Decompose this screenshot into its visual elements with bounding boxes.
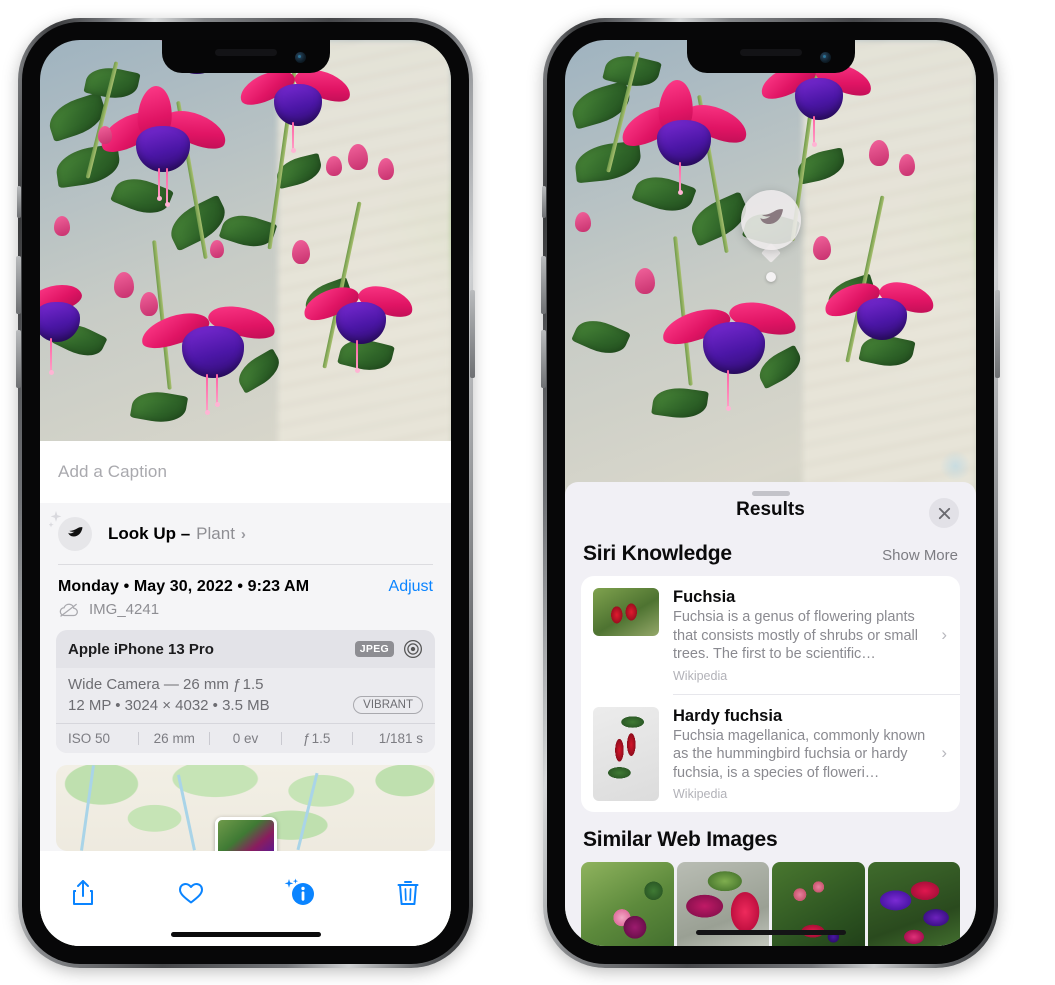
close-icon xyxy=(938,507,950,519)
exif-aperture: ƒ 1.5 xyxy=(303,731,331,746)
look-up-row[interactable]: Look Up – Plant › xyxy=(40,503,451,564)
front-camera-icon xyxy=(294,52,306,63)
resolution-row: 12 MP • 3024 × 4032 • 3.5 MB VIBRANT xyxy=(68,696,423,714)
location-map[interactable] xyxy=(56,765,435,851)
cloud-slash-icon xyxy=(59,603,78,617)
look-up-label: Look Up – xyxy=(108,524,191,543)
web-image-1[interactable] xyxy=(581,862,674,946)
volume-down-button[interactable] xyxy=(16,330,21,388)
date-row: Monday • May 30, 2022 • 9:23 AM Adjust xyxy=(40,565,451,596)
map-photo-pin[interactable] xyxy=(214,816,277,851)
resolution-line: 12 MP • 3024 × 4032 • 3.5 MB xyxy=(68,696,270,714)
volume-up-button[interactable] xyxy=(16,256,21,314)
chevron-right-icon: › xyxy=(240,525,246,543)
knowledge-description: Fuchsia is a genus of flowering plants t… xyxy=(673,609,918,663)
lens-line: Wide Camera — 26 mm ƒ 1.5 xyxy=(68,676,264,693)
knowledge-row[interactable]: Fuchsia Fuchsia is a genus of flowering … xyxy=(581,576,960,694)
left-phone-frame: Add a Caption Look Up – Plant › Monday •… xyxy=(16,18,475,968)
siri-knowledge-header: Siri Knowledge Show More xyxy=(565,538,976,576)
web-image-4[interactable] xyxy=(867,862,960,946)
close-button[interactable] xyxy=(929,498,959,528)
visual-lookup-anchor-dot xyxy=(765,272,776,282)
exif-iso: ISO 50 xyxy=(68,731,111,746)
photo-info-sheet: Add a Caption Look Up – Plant › Monday •… xyxy=(40,441,451,946)
adjust-button[interactable]: Adjust xyxy=(389,578,433,596)
delete-button[interactable] xyxy=(391,876,425,910)
photo-info-body: Look Up – Plant › Monday • May 30, 2022 … xyxy=(40,503,451,851)
notch xyxy=(161,40,330,73)
device-name: Apple iPhone 13 Pro xyxy=(68,640,214,658)
photo-date: Monday • May 30, 2022 • 9:23 AM xyxy=(58,578,310,595)
look-up-subject: Plant xyxy=(196,524,235,543)
siri-knowledge-card: Fuchsia Fuchsia is a genus of flowering … xyxy=(581,576,960,813)
exif-focal: 26 mm xyxy=(153,731,195,746)
chevron-right-icon: › xyxy=(941,624,947,644)
knowledge-body: Fuchsia Fuchsia is a genus of flowering … xyxy=(673,588,948,683)
exif-shutter: 1/181 s xyxy=(378,731,424,746)
file-row: IMG_4241 xyxy=(40,596,451,630)
exif-ev: 0 ev xyxy=(232,731,259,746)
visual-lookup-leaf-badge[interactable] xyxy=(740,190,801,250)
right-phone-frame: Results Siri Knowledge Show More Fuchsia… xyxy=(541,18,1000,968)
results-header: Results xyxy=(565,482,976,538)
knowledge-title: Fuchsia xyxy=(673,588,736,606)
knowledge-description: Fuchsia magellanica, commonly known as t… xyxy=(673,727,926,781)
results-sheet: Results Siri Knowledge Show More Fuchsia… xyxy=(565,482,976,946)
results-title: Results xyxy=(736,499,805,520)
right-phone-screen: Results Siri Knowledge Show More Fuchsia… xyxy=(565,40,976,946)
exif-row: ISO 50 26 mm 0 ev ƒ 1.5 1/181 s xyxy=(56,723,435,753)
front-camera-icon xyxy=(819,52,831,63)
style-badge: VIBRANT xyxy=(353,696,423,714)
screenshot-stage: Add a Caption Look Up – Plant › Monday •… xyxy=(0,0,1055,985)
share-button[interactable] xyxy=(66,876,100,910)
metadata-middle: Wide Camera — 26 mm ƒ 1.5 12 MP • 3024 ×… xyxy=(56,668,435,723)
similar-web-images-title: Similar Web Images xyxy=(583,828,778,852)
knowledge-thumbnail xyxy=(593,706,659,801)
earpiece-speaker xyxy=(214,49,277,56)
metadata-header: Apple iPhone 13 Pro JPEG xyxy=(56,630,435,668)
camera-metadata-card[interactable]: Apple iPhone 13 Pro JPEG Wide Camera — 2… xyxy=(56,630,435,753)
knowledge-source: Wikipedia xyxy=(673,787,728,802)
show-more-button[interactable]: Show More xyxy=(882,547,958,564)
siri-knowledge-title: Siri Knowledge xyxy=(583,542,732,565)
home-indicator[interactable] xyxy=(695,930,846,935)
knowledge-title: Hardy fuchsia xyxy=(673,706,783,725)
knowledge-row[interactable]: Hardy fuchsia Fuchsia magellanica, commo… xyxy=(581,695,960,813)
home-indicator[interactable] xyxy=(170,932,321,937)
caption-field-row[interactable]: Add a Caption xyxy=(40,441,451,503)
knowledge-body: Hardy fuchsia Fuchsia magellanica, commo… xyxy=(673,707,948,802)
notch xyxy=(686,40,855,73)
favorite-button[interactable] xyxy=(174,876,208,910)
silent-switch[interactable] xyxy=(17,186,21,218)
left-phone-screen: Add a Caption Look Up – Plant › Monday •… xyxy=(40,40,451,946)
leaf-icon xyxy=(759,209,783,224)
metadata-header-right: JPEG xyxy=(354,639,423,659)
chevron-right-icon: › xyxy=(941,743,947,763)
knowledge-thumbnail xyxy=(593,588,659,636)
info-button[interactable] xyxy=(283,876,317,910)
silent-switch[interactable] xyxy=(542,186,546,218)
power-button[interactable] xyxy=(995,290,1000,378)
look-up-label-group: Look Up – Plant › xyxy=(108,524,246,544)
similar-web-images-header: Similar Web Images xyxy=(565,812,976,862)
format-badge: JPEG xyxy=(354,641,394,657)
earpiece-speaker xyxy=(739,49,802,56)
volume-down-button[interactable] xyxy=(541,330,546,388)
file-name: IMG_4241 xyxy=(89,601,160,618)
aperture-icon xyxy=(404,640,422,658)
caption-placeholder: Add a Caption xyxy=(58,462,168,481)
knowledge-source: Wikipedia xyxy=(673,668,728,683)
power-button[interactable] xyxy=(470,290,475,378)
sparkles-icon xyxy=(49,511,62,528)
volume-up-button[interactable] xyxy=(541,256,546,314)
